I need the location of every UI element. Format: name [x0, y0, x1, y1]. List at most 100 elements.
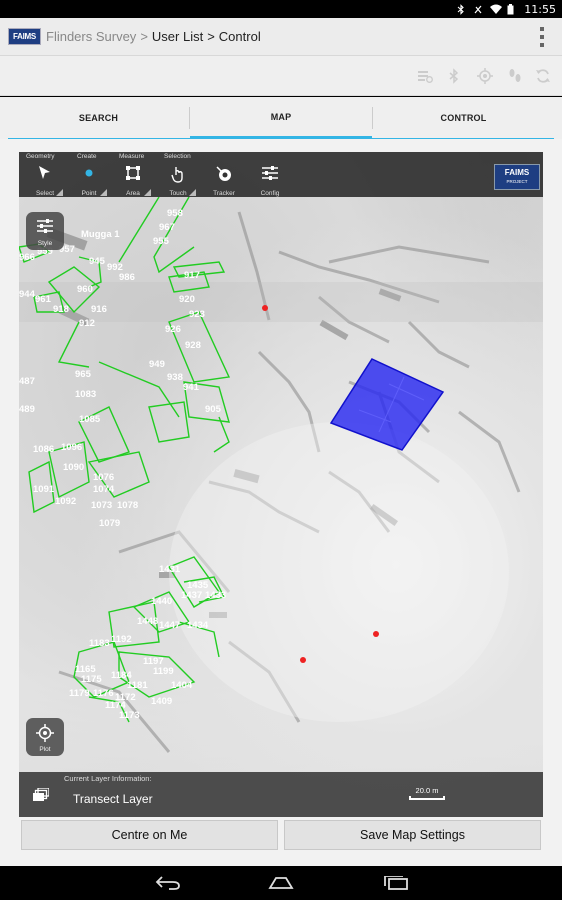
scale-label: 20.0 m — [415, 786, 439, 795]
svg-text:912: 912 — [79, 318, 95, 329]
svg-text:926: 926 — [165, 324, 181, 335]
style-button[interactable]: Style — [26, 212, 64, 250]
map-point[interactable] — [373, 631, 379, 637]
touch-tool-button[interactable]: Touch — [160, 161, 196, 197]
svg-text:958: 958 — [167, 208, 183, 219]
breadcrumb-separator: > — [207, 29, 215, 44]
battery-icon — [507, 3, 517, 15]
svg-text:955: 955 — [153, 236, 170, 247]
recent-apps-icon[interactable] — [383, 875, 409, 895]
svg-text:1076: 1076 — [93, 472, 114, 483]
crosshair-icon — [26, 724, 64, 746]
svg-text:1092: 1092 — [55, 496, 76, 507]
plot-button[interactable]: Plot — [26, 718, 64, 756]
svg-text:1192: 1192 — [111, 634, 132, 645]
dropdown-corner-icon — [189, 189, 196, 196]
touch-icon — [170, 165, 186, 187]
sync-icon — [535, 68, 551, 84]
back-icon[interactable] — [155, 876, 181, 895]
map-point[interactable] — [300, 657, 306, 663]
tracker-label: Tracker — [213, 190, 235, 197]
save-map-settings-button[interactable]: Save Map Settings — [284, 820, 541, 850]
svg-text:1079: 1079 — [99, 518, 120, 529]
area-tool-button[interactable]: Area — [115, 161, 151, 197]
svg-text:1085: 1085 — [79, 414, 101, 425]
overflow-menu-icon[interactable] — [540, 27, 544, 47]
centre-on-me-button[interactable]: Centre on Me — [21, 820, 278, 850]
layers-icon[interactable] — [33, 787, 50, 802]
breadcrumb-user-list[interactable]: User List — [152, 29, 203, 44]
svg-text:1447: 1447 — [159, 620, 180, 631]
svg-text:1096: 1096 — [61, 442, 82, 453]
svg-text:1086: 1086 — [33, 444, 54, 455]
dropdown-corner-icon — [100, 189, 107, 196]
svg-text:1073: 1073 — [91, 500, 112, 511]
svg-text:961: 961 — [35, 294, 52, 305]
svg-text:1181: 1181 — [127, 680, 148, 691]
dropdown-corner-icon — [56, 189, 63, 196]
svg-text:1165: 1165 — [75, 664, 96, 675]
polygon-icon — [125, 165, 141, 185]
svg-text:1090: 1090 — [63, 462, 84, 473]
svg-text:1179: 1179 — [69, 688, 90, 699]
sliders-icon — [26, 218, 64, 238]
tab-search[interactable]: SEARCH — [8, 97, 189, 139]
svg-text:1176: 1176 — [93, 688, 114, 699]
select-tool-button[interactable]: Select — [27, 161, 63, 197]
svg-text:1404: 1404 — [171, 680, 193, 691]
svg-text:1078: 1078 — [117, 500, 138, 511]
svg-text:1440: 1440 — [151, 596, 172, 607]
map-point[interactable] — [262, 305, 268, 311]
svg-text:941: 941 — [183, 382, 200, 393]
svg-text:1431: 1431 — [159, 564, 181, 575]
breadcrumb-separator: > — [140, 29, 148, 44]
tracker-button[interactable]: Tracker — [206, 161, 242, 197]
group-label-measure: Measure — [119, 153, 145, 160]
breadcrumb-control: Control — [218, 29, 261, 44]
app-logo[interactable]: FAIMS — [8, 28, 41, 45]
svg-text:1183: 1183 — [89, 638, 110, 649]
svg-text:1173: 1173 — [119, 710, 140, 721]
style-label: Style — [37, 240, 53, 247]
svg-text:1433: 1433 — [205, 590, 226, 601]
config-label: Config — [260, 190, 280, 197]
clock: 11:55 — [524, 2, 556, 16]
bluetooth-icon — [456, 3, 466, 15]
config-button[interactable]: Config — [252, 161, 288, 197]
tab-map[interactable]: MAP — [190, 97, 372, 139]
signal-off-icon — [473, 4, 483, 15]
breadcrumb-module[interactable]: Flinders Survey — [46, 29, 136, 44]
layer-info-label: Current Layer Information: — [64, 774, 152, 783]
tracker-icon — [215, 165, 233, 187]
svg-text:487: 487 — [19, 376, 35, 387]
sliders-icon — [261, 165, 279, 185]
scale-bar: 20.0 m — [409, 786, 445, 800]
home-icon[interactable] — [268, 876, 294, 895]
map-view[interactable]: Mugga 1 958 967 955 966 959 957 945 992 986 94… — [19, 152, 543, 817]
svg-text:489: 489 — [19, 404, 35, 415]
navigation-bar — [0, 866, 562, 900]
sync-status-icon — [417, 68, 433, 84]
point-tool-button[interactable]: Point — [71, 161, 107, 197]
map-overlay: Mugga 1 958967955 966959 957 945992986 94… — [19, 196, 543, 753]
group-label-geometry: Geometry — [26, 153, 55, 160]
svg-text:917: 917 — [184, 270, 200, 281]
layer-info-bar: Current Layer Information: Transect Laye… — [19, 772, 543, 817]
status-bar: 11:55 — [0, 0, 562, 18]
svg-text:1437: 1437 — [181, 590, 202, 601]
svg-text:938: 938 — [167, 372, 183, 383]
tab-control[interactable]: CONTROL — [373, 97, 554, 139]
svg-text:1083: 1083 — [75, 389, 96, 400]
breadcrumb: Flinders Survey > User List > Control — [46, 29, 261, 44]
svg-text:916: 916 — [91, 304, 107, 315]
svg-text:1409: 1409 — [151, 696, 172, 707]
bluetooth-icon — [446, 68, 462, 84]
cursor-icon — [38, 165, 52, 185]
plot-label: Plot — [39, 746, 51, 753]
svg-text:949: 949 — [149, 359, 165, 370]
svg-text:945: 945 — [89, 256, 106, 267]
imagery-highlight — [169, 422, 509, 722]
svg-text:920: 920 — [179, 294, 195, 305]
point-icon — [82, 165, 96, 185]
svg-text:923: 923 — [189, 309, 205, 320]
